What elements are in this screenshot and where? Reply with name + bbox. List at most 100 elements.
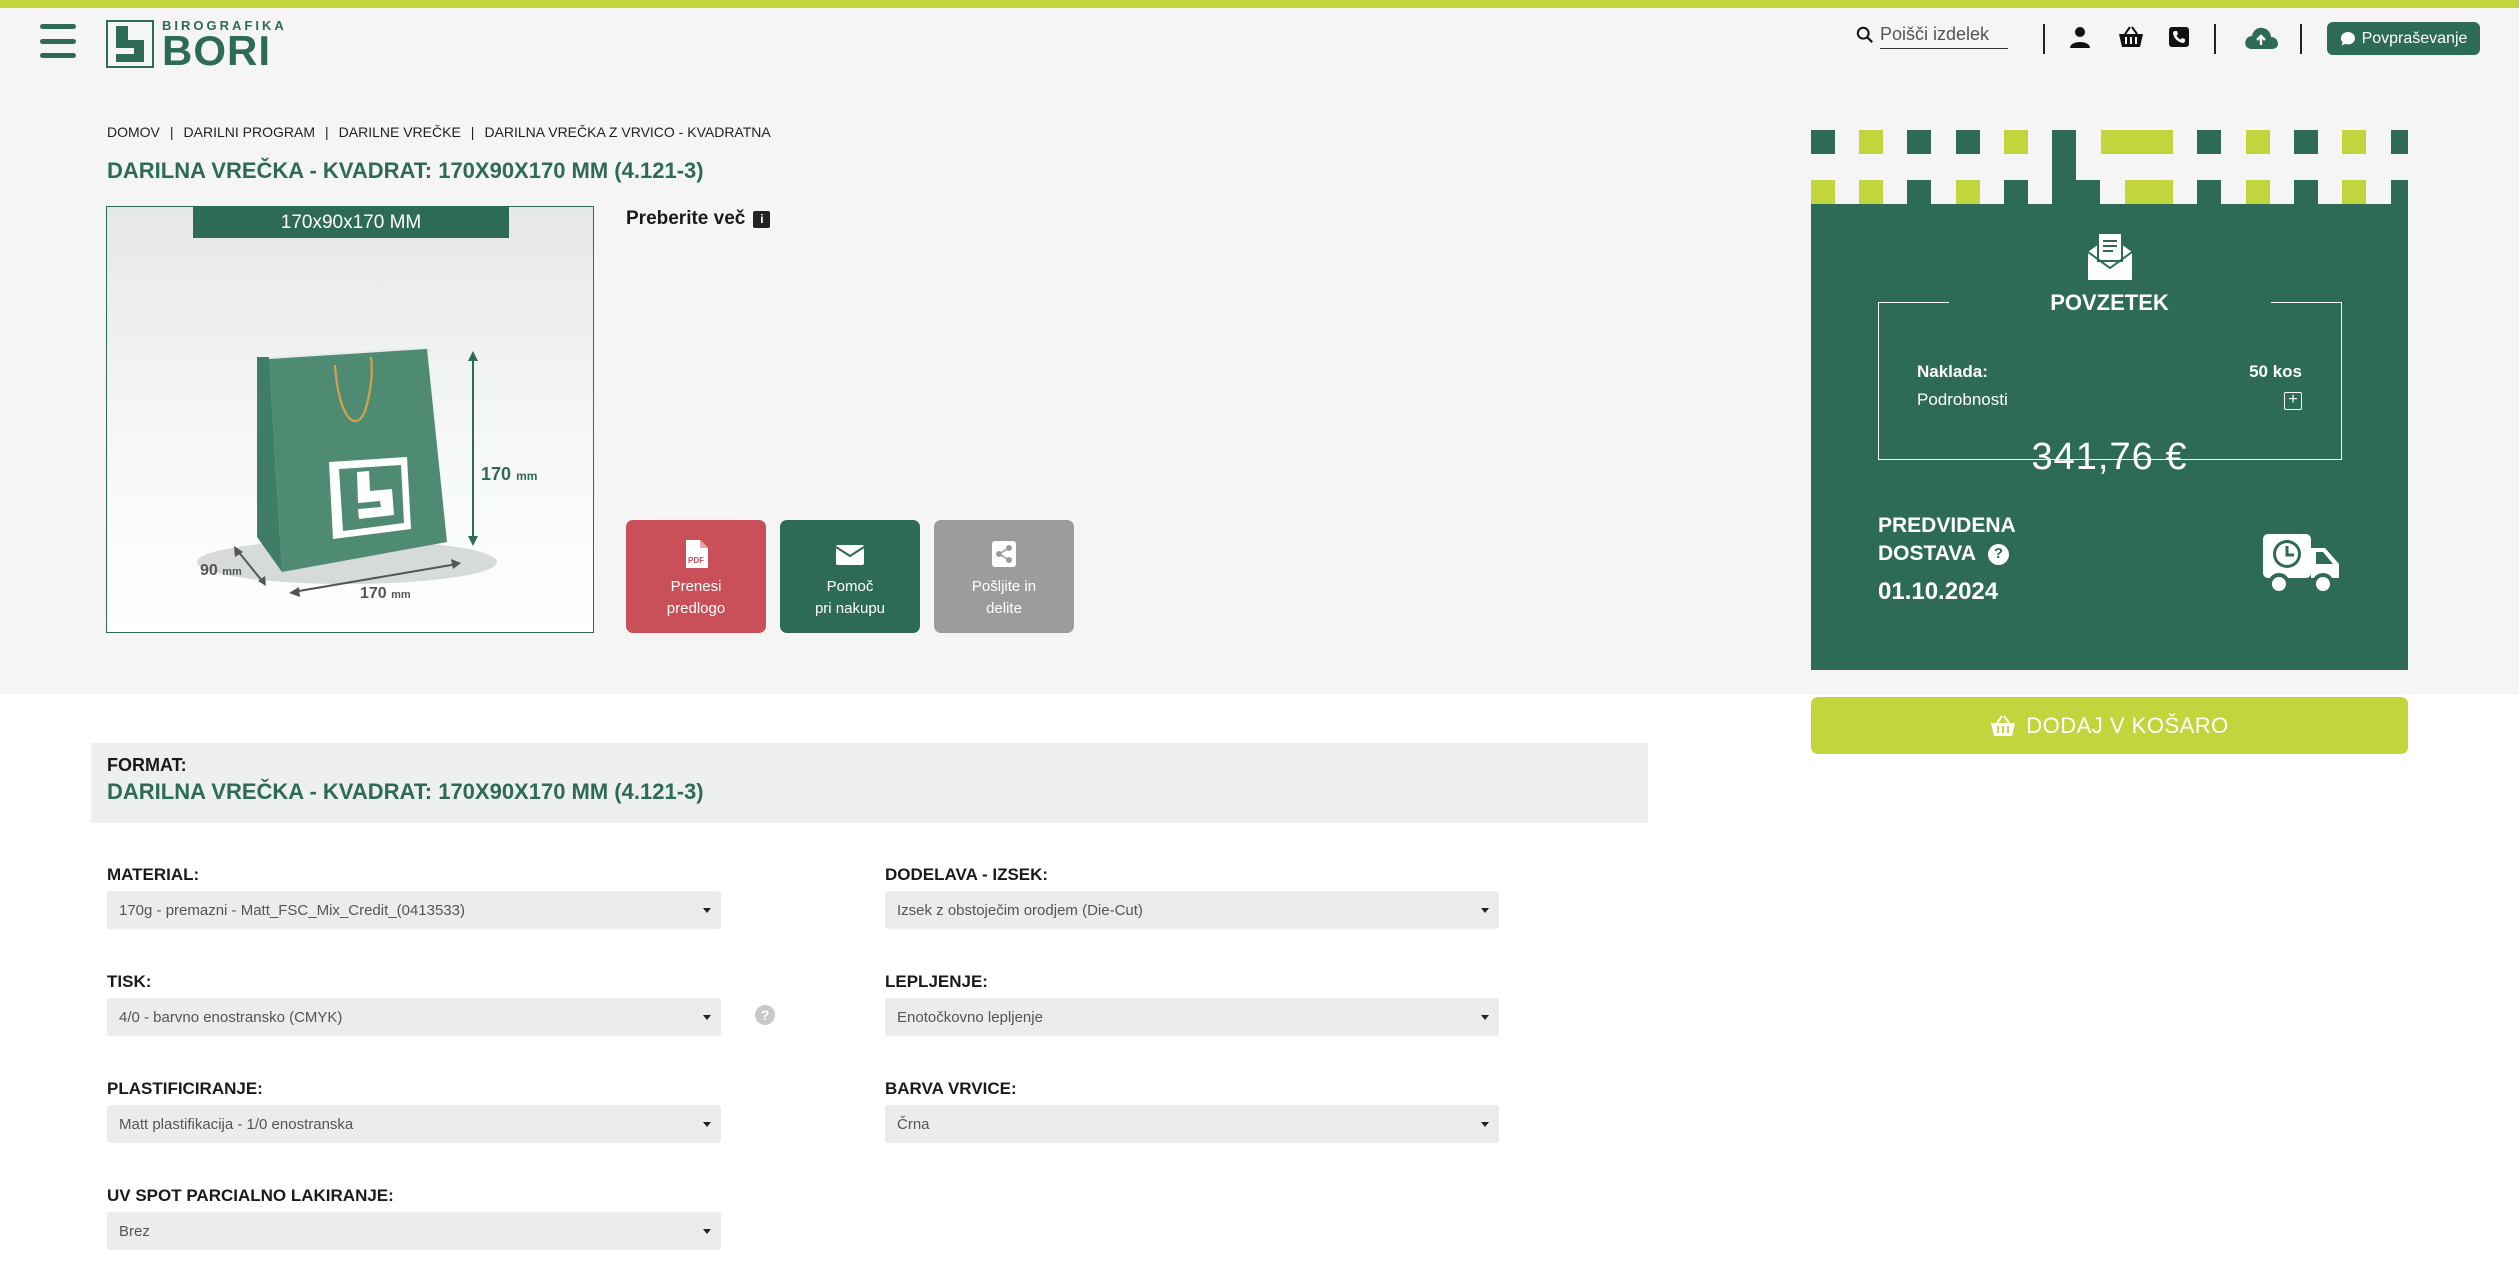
finishing-select[interactable]: Izsek z obstoječim orodjem (Die-Cut): [885, 891, 1499, 929]
finishing-value: Izsek z obstoječim orodjem (Die-Cut): [897, 901, 1143, 919]
width-unit: mm: [391, 589, 411, 601]
material-select[interactable]: 170g - premazni - Matt_FSC_Mix_Credit_(0…: [107, 891, 721, 929]
uv-spot-select[interactable]: Brez: [107, 1212, 721, 1250]
search-input[interactable]: [1880, 21, 2008, 49]
uv-spot-value: Brez: [119, 1222, 150, 1240]
print-select[interactable]: 4/0 - barvno enostransko (CMYK): [107, 998, 721, 1036]
delivery-truck-icon: [2263, 534, 2339, 595]
gluing-value: Enotočkovno lepljenje: [897, 1008, 1043, 1026]
purchase-help-button[interactable]: Pomoč pri nakupu: [780, 520, 920, 633]
breadcrumb-gift-program[interactable]: DARILNI PROGRAM: [184, 124, 315, 140]
width-dimension: 170 mm: [360, 585, 411, 603]
product-image: 170x90x170 MM 170 mm 90 mm 170 mm: [106, 206, 594, 633]
add-to-cart-label: DODAJ V KOŠARO: [2026, 712, 2229, 738]
share-line2: delite: [986, 600, 1022, 617]
print-value: 4/0 - barvno enostransko (CMYK): [119, 1008, 343, 1026]
height-value: 170: [481, 464, 512, 484]
finishing-label: DODELAVA - IZSEK:: [885, 865, 1049, 884]
menu-icon[interactable]: [40, 24, 76, 58]
cord-color-select[interactable]: Črna: [885, 1105, 1499, 1143]
envelope-document-icon: [2087, 232, 2133, 280]
inquiry-button[interactable]: Povpraševanje: [2327, 22, 2480, 55]
top-accent-bar: [0, 0, 2519, 8]
share-button[interactable]: Pošljite in delite: [934, 520, 1074, 633]
download-template-button[interactable]: PDF Prenesi predlogo: [626, 520, 766, 633]
material-label: MATERIAL:: [107, 865, 200, 884]
header-divider: [2214, 24, 2216, 54]
cord-color-value: Črna: [897, 1115, 930, 1133]
delivery-date: 01.10.2024: [1878, 578, 1999, 605]
format-band: FORMAT: DARILNA VREČKA - KVADRAT: 170X90…: [91, 743, 1648, 823]
page-title: DARILNA VREČKA - KVADRAT: 170X90X170 MM …: [107, 158, 704, 183]
print-help-icon[interactable]: ?: [755, 1005, 775, 1025]
header-divider: [2043, 24, 2045, 54]
help-line1: Pomoč: [826, 578, 874, 595]
breadcrumb-gift-bags[interactable]: DARILNE VREČKE: [339, 124, 461, 140]
quantity-label: Naklada:: [1917, 362, 1988, 381]
download-line1: Prenesi: [670, 578, 722, 595]
chat-icon: [2340, 31, 2355, 45]
read-more-label: Preberite več: [626, 208, 746, 229]
share-icon: [992, 541, 1016, 567]
breadcrumb-separator: |: [169, 124, 174, 140]
user-icon[interactable]: [2065, 22, 2095, 52]
chevron-down-icon: [703, 1122, 711, 1127]
depth-dimension: 90 mm: [200, 562, 242, 580]
total-price: 341,76 €: [2031, 436, 2188, 478]
lamination-select[interactable]: Matt plastifikacija - 1/0 enostranska: [107, 1105, 721, 1143]
chevron-down-icon: [703, 1229, 711, 1234]
lamination-value: Matt plastifikacija - 1/0 enostranska: [119, 1115, 354, 1133]
logo[interactable]: BIROGRAFIKA BORI: [106, 18, 302, 74]
expand-details-icon[interactable]: +: [2284, 392, 2302, 410]
search-box: [1856, 20, 2008, 50]
width-value: 170: [360, 585, 387, 602]
cord-color-label: BARVA VRVICE:: [885, 1079, 1017, 1098]
quantity-value: 50 kos: [2249, 362, 2302, 381]
logo-big-text: BORI: [162, 27, 271, 74]
help-icon[interactable]: ?: [1988, 543, 2009, 565]
delivery-line2: DOSTAVA: [1878, 542, 1976, 565]
gluing-label: LEPLJENJE:: [885, 972, 988, 991]
gift-bag-illustration: [197, 347, 497, 597]
breadcrumb-home[interactable]: DOMOV: [107, 124, 160, 140]
inquiry-label: Povpraševanje: [2361, 29, 2468, 47]
format-value: DARILNA VREČKA - KVADRAT: 170X90X170 MM …: [107, 779, 704, 804]
breadcrumb-separator: |: [470, 124, 475, 140]
pdf-badge: PDF: [688, 556, 704, 565]
format-label: FORMAT:: [107, 755, 187, 775]
print-label: TISK:: [107, 972, 152, 991]
height-unit: mm: [516, 469, 538, 483]
details-label: Podrobnosti: [1917, 390, 2008, 409]
pdf-file-icon: PDF: [686, 540, 708, 568]
depth-unit: mm: [222, 566, 242, 578]
cloud-upload-icon[interactable]: [2241, 22, 2281, 52]
breadcrumb-separator: |: [325, 124, 329, 140]
add-to-cart-button[interactable]: DODAJ V KOŠARO: [1811, 697, 2408, 754]
chevron-down-icon: [1481, 1122, 1489, 1127]
lamination-label: PLASTIFICIRANJE:: [107, 1079, 263, 1098]
delivery-label: PREDVIDENA DOSTAVA?: [1878, 512, 2016, 568]
summary-pattern: [1811, 130, 2408, 204]
summary-panel: POVZETEK Naklada: 50 kos Podrobnosti + 3…: [1811, 204, 2408, 670]
breadcrumb: DOMOV | DARILNI PROGRAM | DARILNE VREČKE | DAR…: [107, 124, 771, 140]
envelope-icon: [836, 545, 864, 565]
download-line2: predlogo: [666, 600, 726, 617]
gluing-select[interactable]: Enotočkovno lepljenje: [885, 998, 1499, 1036]
info-icon: i: [753, 210, 771, 228]
chevron-down-icon: [703, 908, 711, 913]
search-icon[interactable]: [1856, 25, 1874, 45]
chevron-down-icon: [703, 1015, 711, 1020]
delivery-line1: PREDVIDENA: [1878, 514, 2016, 537]
phone-icon[interactable]: [2164, 22, 2194, 52]
header-divider: [2300, 24, 2302, 54]
height-dimension: 170 mm: [481, 464, 537, 485]
help-line2: pri nakupu: [814, 600, 886, 617]
chevron-down-icon: [1481, 1015, 1489, 1020]
logo-mark-icon: [106, 20, 154, 68]
depth-value: 90: [200, 562, 218, 579]
cart-icon: [1991, 714, 2016, 736]
cart-icon[interactable]: [2116, 22, 2146, 52]
breadcrumb-current[interactable]: DARILNA VREČKA Z VRVICO - KVADRATNA: [484, 124, 770, 140]
share-line1: Pošljite in: [971, 578, 1037, 595]
read-more-link[interactable]: Preberite več i: [626, 208, 771, 230]
